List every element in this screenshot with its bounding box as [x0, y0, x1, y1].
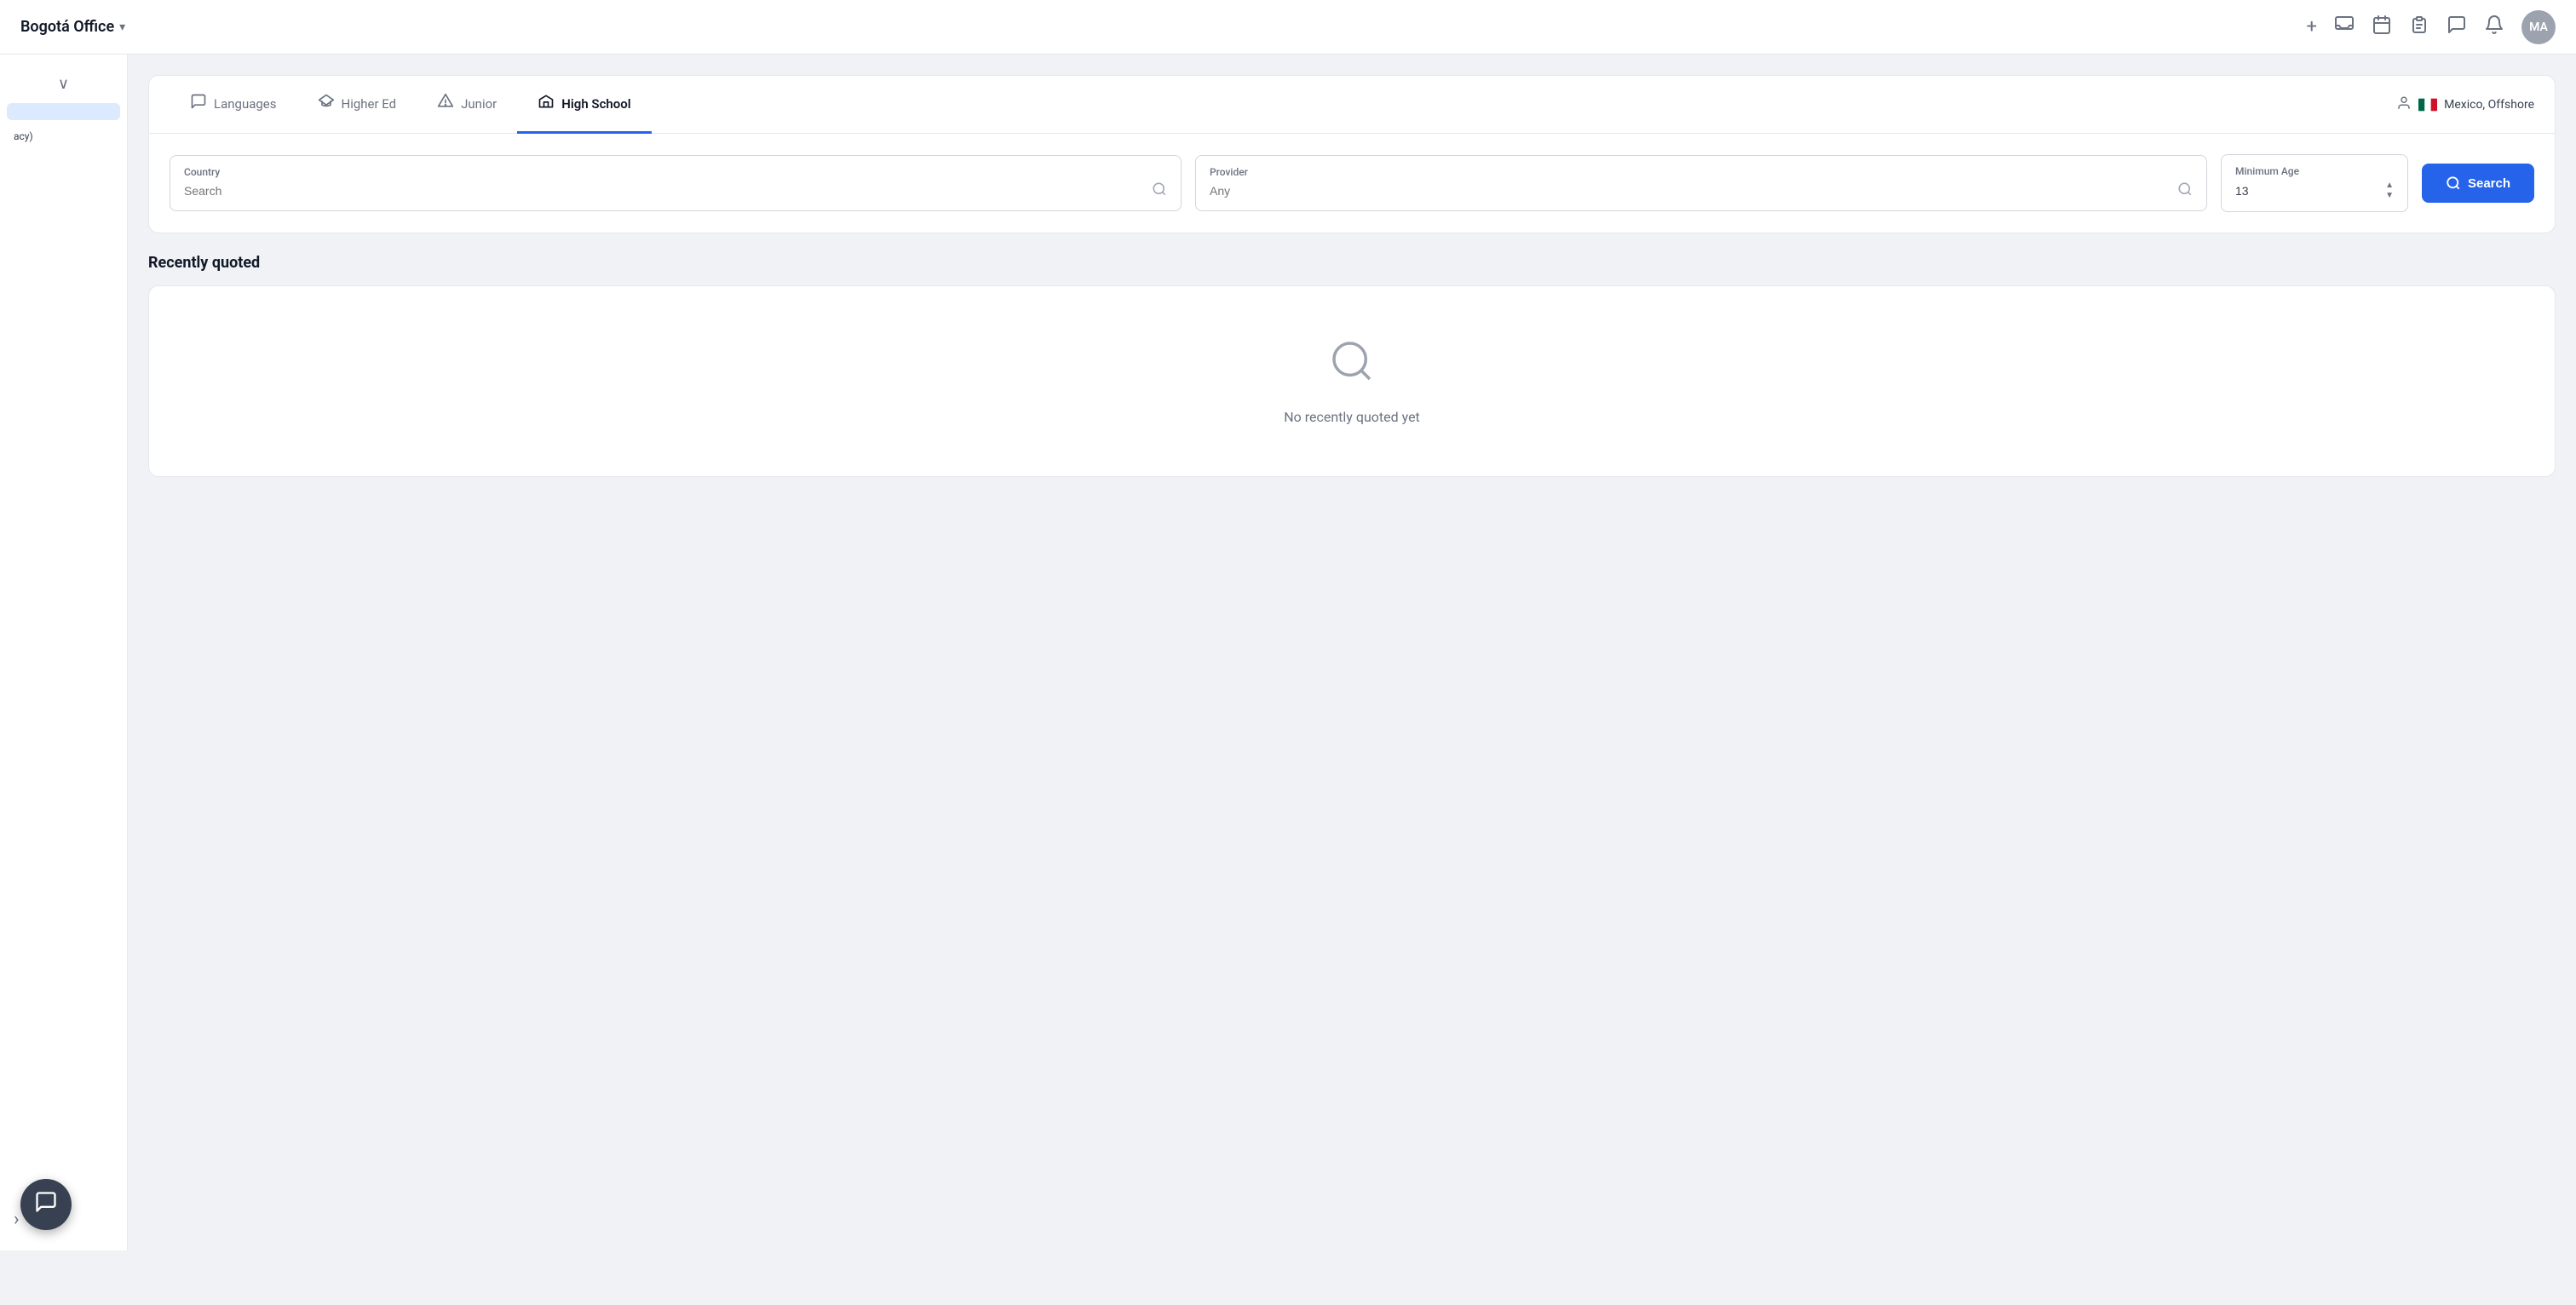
- sidebar-legacy-text: acy): [0, 124, 127, 149]
- age-filter: Minimum Age ▲ ▼: [2221, 154, 2408, 212]
- provider-filter-input-row: [1210, 181, 2193, 200]
- country-search-input[interactable]: [184, 184, 1152, 198]
- age-filter-input-row: ▲ ▼: [2235, 181, 2394, 201]
- age-increment-button[interactable]: ▲: [2385, 181, 2394, 191]
- search-button-label: Search: [2468, 176, 2510, 191]
- empty-state-card: No recently quoted yet: [148, 285, 2556, 477]
- higher-ed-tab-icon: [318, 93, 335, 114]
- languages-tab-icon: [190, 93, 207, 114]
- age-decrement-button[interactable]: ▼: [2385, 191, 2394, 201]
- topbar-left: Bogotá Office ▾: [20, 18, 125, 36]
- provider-filter: Provider: [1195, 155, 2207, 211]
- sidebar-collapse-button[interactable]: ∨: [0, 68, 127, 100]
- tab-high-school[interactable]: High School: [517, 76, 651, 134]
- chat-icon[interactable]: [2447, 14, 2467, 39]
- age-filter-label: Minimum Age: [2235, 165, 2394, 177]
- tab-languages-label: Languages: [214, 96, 277, 112]
- calendar-icon[interactable]: [2372, 14, 2392, 39]
- user-context[interactable]: Mexico, Offshore: [2396, 82, 2534, 128]
- clipboard-icon[interactable]: [2409, 14, 2429, 39]
- minimum-age-input[interactable]: [2235, 184, 2303, 198]
- bell-icon[interactable]: [2484, 14, 2504, 39]
- sidebar-active-item[interactable]: [7, 103, 120, 120]
- chat-bubble-icon: [34, 1190, 58, 1219]
- empty-search-icon: [1328, 337, 1376, 395]
- office-title[interactable]: Bogotá Office: [20, 18, 114, 36]
- tab-languages[interactable]: Languages: [170, 76, 297, 134]
- inbox-icon[interactable]: [2334, 14, 2355, 39]
- age-stepper: ▲ ▼: [2385, 181, 2394, 201]
- search-button[interactable]: Search: [2422, 164, 2534, 203]
- tab-junior-label: Junior: [461, 96, 497, 112]
- empty-state-text: No recently quoted yet: [1284, 409, 1420, 425]
- mexico-flag-icon: [2418, 98, 2437, 112]
- tab-junior[interactable]: Junior: [417, 76, 517, 134]
- main-content: Languages Higher Ed: [128, 55, 2576, 1250]
- sidebar: ∨ acy) ›: [0, 55, 128, 1250]
- provider-search-icon: [2177, 181, 2193, 200]
- recently-quoted-section: Recently quoted No recently quoted yet: [148, 254, 2556, 477]
- country-search-icon: [1152, 181, 1167, 200]
- topbar-right: +: [2307, 10, 2556, 44]
- plus-icon[interactable]: +: [2307, 18, 2317, 37]
- tab-card: Languages Higher Ed: [148, 75, 2556, 233]
- tab-higher-ed-label: Higher Ed: [342, 96, 397, 112]
- user-context-label: Mexico, Offshore: [2444, 98, 2534, 112]
- tab-higher-ed[interactable]: Higher Ed: [297, 76, 417, 134]
- chat-bubble-button[interactable]: [20, 1179, 72, 1230]
- user-icon: [2396, 95, 2412, 114]
- office-chevron-icon[interactable]: ▾: [119, 20, 125, 34]
- junior-tab-icon: [437, 93, 454, 114]
- provider-search-input[interactable]: [1210, 184, 2177, 198]
- topbar: Bogotá Office ▾ +: [0, 0, 2576, 55]
- tab-high-school-label: High School: [561, 96, 630, 112]
- high-school-tab-icon: [538, 93, 555, 114]
- avatar[interactable]: MA: [2521, 10, 2556, 44]
- country-filter-input-row: [184, 181, 1167, 200]
- layout: ∨ acy) › Languages: [0, 55, 2576, 1250]
- provider-filter-label: Provider: [1210, 166, 2193, 178]
- country-filter: Country: [170, 155, 1182, 211]
- country-filter-label: Country: [184, 166, 1167, 178]
- recently-quoted-title: Recently quoted: [148, 254, 2556, 272]
- tabs-container: Languages Higher Ed: [149, 76, 2555, 134]
- filters-container: Country Provider: [149, 134, 2555, 233]
